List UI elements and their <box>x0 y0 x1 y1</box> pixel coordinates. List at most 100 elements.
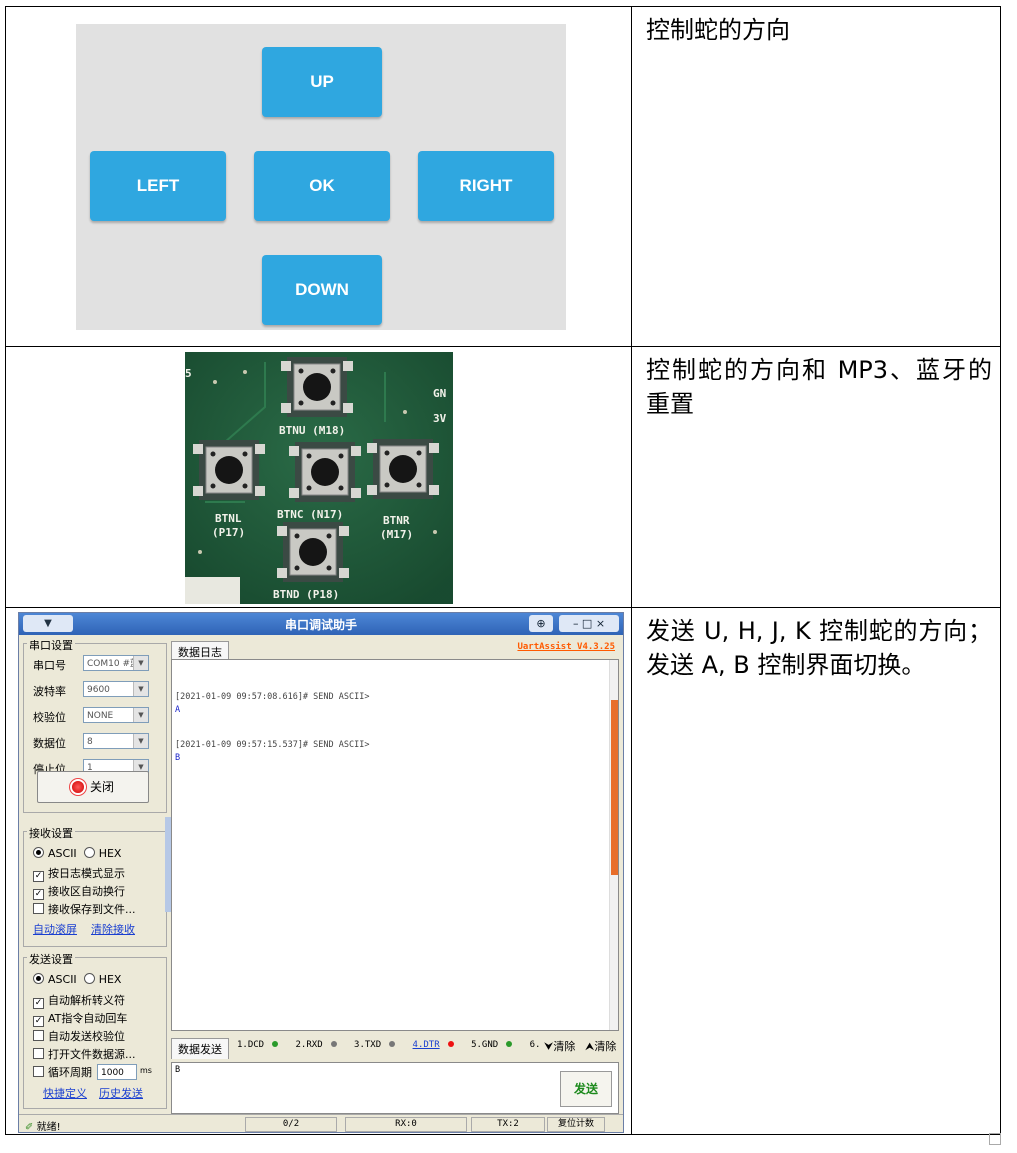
table-row: UP LEFT OK RIGHT DOWN 控制蛇的方向 <box>5 5 1001 348</box>
table-row: BTNU (M18) BTNC (N17) BTNL (P17) BTNR (M… <box>5 346 1001 608</box>
pin-gnd: 5.GND <box>471 1040 518 1050</box>
pin-dtr[interactable]: 4.DTR <box>413 1040 460 1050</box>
status-led-icon <box>71 780 84 793</box>
pin-six: 6. <box>529 1039 541 1050</box>
chevron-down-icon: ▼ <box>133 681 148 696</box>
port-settings-title: 串口设置 <box>27 636 75 653</box>
pin-dcd: 1.DCD <box>237 1040 284 1050</box>
recv-option-wrap[interactable]: ✓ 接收区自动换行 <box>33 883 125 900</box>
controller-panel: UP LEFT OK RIGHT DOWN <box>76 24 566 330</box>
btnd-switch <box>276 521 350 583</box>
baud-label: 波特率 <box>33 684 66 698</box>
autoscroll-link[interactable]: 自动滚屏 <box>33 921 77 937</box>
btnl-label-line1: BTNL <box>215 512 242 525</box>
recv-option-save[interactable]: 接收保存到文件... <box>33 901 136 917</box>
description-text: 控制蛇的方向 <box>646 16 790 44</box>
document-table: UP LEFT OK RIGHT DOWN 控制蛇的方向 BTNU (M18) … <box>5 5 1001 1136</box>
btnc-switch <box>288 441 362 503</box>
port-select[interactable]: COM10 #蓝 ▼ <box>83 654 149 671</box>
arrow-up-icon: ⮝ <box>585 1039 595 1053</box>
version-link[interactable]: UartAssist V4.3.25 <box>517 642 615 652</box>
status-count: 0/2 <box>245 1116 337 1132</box>
log-entry-data: B <box>175 752 181 763</box>
databits-label: 数据位 <box>33 736 66 750</box>
baud-select[interactable]: 9600 ▼ <box>83 680 149 697</box>
close-port-button[interactable]: 关闭 <box>37 770 149 803</box>
log-scrollbar[interactable] <box>609 659 618 1030</box>
send-option-cycle[interactable]: 循环周期 <box>33 1064 92 1080</box>
send-input[interactable]: B 发送 <box>171 1061 619 1114</box>
chevron-down-icon: ▼ <box>133 655 148 670</box>
radio-hex[interactable] <box>83 972 95 984</box>
ready-icon: ✐ <box>25 1121 34 1133</box>
status-tx: TX:2 <box>471 1116 545 1132</box>
down-button[interactable]: DOWN <box>262 255 382 325</box>
send-format: ASCII HEX <box>33 972 121 986</box>
log-entry-header: [2021-01-09 09:57:15.537]# SEND ASCII> <box>175 739 370 750</box>
btnr-label-line1: BTNR <box>383 514 410 527</box>
radio-ascii[interactable] <box>33 972 44 984</box>
reset-count-button[interactable]: 复位计数 <box>547 1116 605 1132</box>
image-cell: BTNU (M18) BTNC (N17) BTNL (P17) BTNR (M… <box>5 346 632 608</box>
ok-button[interactable]: OK <box>254 151 390 221</box>
gn-label: GN <box>433 387 446 400</box>
uart-assistant-window: ▼ 串口调试助手 ⊕ – □ × 串口设置 串口号 COM10 #蓝 ▼ 波特率 … <box>18 611 624 1133</box>
chevron-down-icon: ▼ <box>133 733 148 748</box>
description-cell: 控制蛇的方向 <box>631 5 1001 348</box>
send-option-checksum[interactable]: 自动发送校验位 <box>33 1028 125 1044</box>
table-row: ▼ 串口调试助手 ⊕ – □ × 串口设置 串口号 COM10 #蓝 ▼ 波特率 … <box>5 606 1001 1136</box>
3v-label: 3V <box>433 412 447 425</box>
radio-hex[interactable] <box>83 846 95 858</box>
window-controls[interactable]: – □ × <box>559 614 619 632</box>
btnl-label-line2: (P17) <box>212 526 245 539</box>
up-button[interactable]: UP <box>262 47 382 117</box>
tab-data-send[interactable]: 数据发送 <box>171 1037 229 1059</box>
btnd-label: BTND (P18) <box>273 588 339 601</box>
status-rx: RX:0 <box>345 1116 467 1132</box>
btnc-label: BTNC (N17) <box>277 508 343 521</box>
cycle-unit: ms <box>140 1065 152 1075</box>
description-cell: 控制蛇的方向和 MP3、蓝牙的重置 <box>631 346 1001 608</box>
left-button[interactable]: LEFT <box>90 151 226 221</box>
btnl-switch <box>192 439 266 501</box>
history-link[interactable]: 历史发送 <box>99 1085 143 1101</box>
paragraph-mark-icon <box>989 1133 1001 1145</box>
pin-rxd: 2.RXD <box>296 1040 343 1050</box>
arrow-down-icon: ⮟ <box>544 1039 554 1053</box>
send-settings-title: 发送设置 <box>27 950 75 967</box>
radio-ascii[interactable] <box>33 846 44 858</box>
scrollbar-thumb[interactable] <box>611 699 618 875</box>
receive-log[interactable]: [2021-01-09 09:57:08.616]# SEND ASCII> A… <box>171 658 619 1031</box>
chevron-down-icon: ▼ <box>133 707 148 722</box>
send-option-file[interactable]: 打开文件数据源... <box>33 1046 136 1062</box>
clear-receive-link[interactable]: 清除接收 <box>91 921 135 937</box>
send-text: B <box>175 1064 181 1075</box>
parity-label: 校验位 <box>33 710 66 724</box>
cycle-input[interactable]: 1000 <box>97 1063 137 1080</box>
btnu-switch <box>280 356 354 418</box>
btnr-label-line2: (M17) <box>380 528 413 541</box>
status-bar: ✐ 就绪! 0/2 RX:0 TX:2 复位计数 <box>19 1113 623 1133</box>
status-ready: ✐ 就绪! <box>25 1121 61 1133</box>
shortcut-link[interactable]: 快捷定义 <box>43 1085 87 1101</box>
log-entry-header: [2021-01-09 09:57:08.616]# SEND ASCII> <box>175 691 370 702</box>
clear-send-button[interactable]: ⮟清除 <box>544 1038 575 1054</box>
port-label: 串口号 <box>33 658 66 672</box>
send-button[interactable]: 发送 <box>560 1070 612 1107</box>
pin-icon[interactable]: ⊕ <box>529 614 553 632</box>
pin-status-bar: 1.DCD 2.RXD 3.TXD 4.DTR 5.GND 6. <box>237 1040 546 1050</box>
btnu-label: BTNU (M18) <box>279 424 345 437</box>
clear-all-button[interactable]: ⮝清除 <box>585 1038 616 1054</box>
databits-select[interactable]: 8 ▼ <box>83 732 149 749</box>
image-cell: UP LEFT OK RIGHT DOWN <box>5 5 632 348</box>
description-cell: 发送 U, H, J, K 控制蛇的方向；发送 A, B 控制界面切换。 <box>631 606 1001 1136</box>
title-bar: ▼ 串口调试助手 ⊕ – □ × <box>19 612 623 635</box>
send-option-escape[interactable]: ✓ 自动解析转义符 <box>33 992 125 1009</box>
btnr-switch <box>366 438 440 500</box>
edge-label: 5 <box>185 367 192 380</box>
send-option-at[interactable]: ✓ AT指令自动回车 <box>33 1010 127 1027</box>
parity-select[interactable]: NONE ▼ <box>83 706 149 723</box>
right-button[interactable]: RIGHT <box>418 151 554 221</box>
recv-option-log[interactable]: ✓ 按日志模式显示 <box>33 865 125 882</box>
description-text: 发送 U, H, J, K 控制蛇的方向；发送 A, B 控制界面切换。 <box>646 616 992 679</box>
